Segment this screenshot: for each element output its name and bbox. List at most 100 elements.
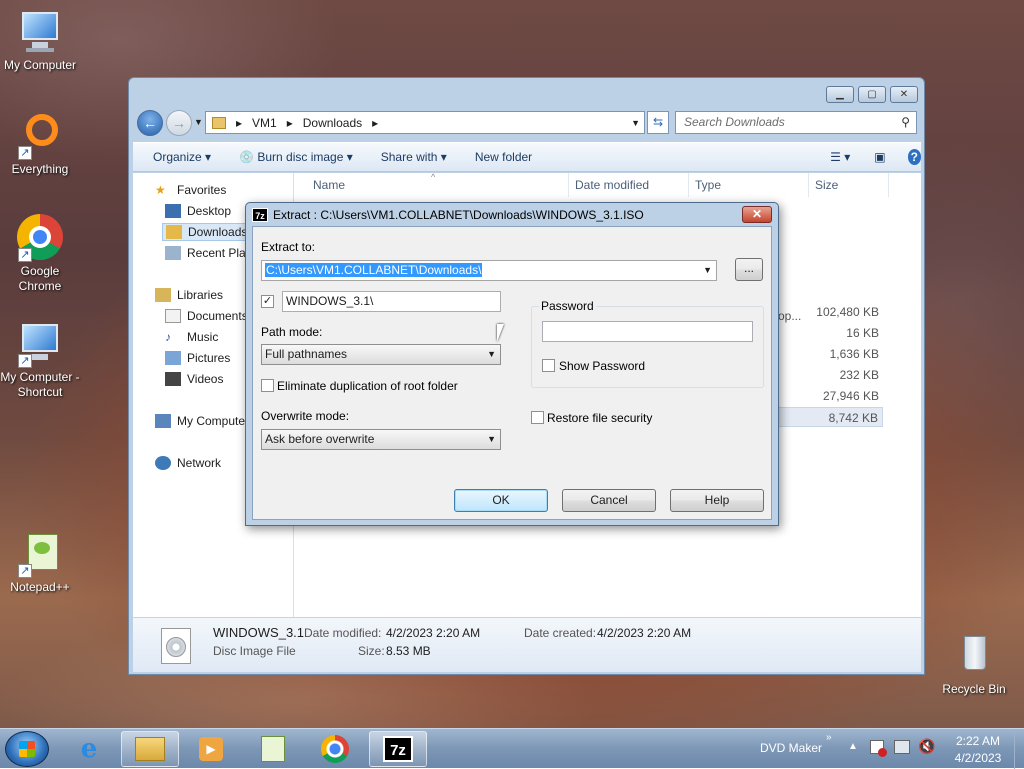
start-button[interactable]: [5, 731, 49, 767]
column-size[interactable]: Size: [809, 173, 889, 197]
clock-date[interactable]: 4/2/2023: [946, 751, 1010, 765]
breadcrumb-separator-icon[interactable]: ▸: [372, 116, 378, 130]
computer-icon: [16, 8, 64, 56]
clock-time[interactable]: 2:22 AM: [950, 734, 1006, 748]
extract-to-label: Extract to:: [261, 240, 316, 254]
recycle-bin-icon: [950, 632, 998, 680]
overwrite-mode-select[interactable]: Ask before overwrite ▼: [261, 429, 501, 450]
view-options-icon[interactable]: ☰ ▾: [830, 150, 850, 164]
burn-disc-image-button[interactable]: 💿 Burn disc image ▾: [239, 150, 353, 164]
desktop-icon-google-chrome[interactable]: ↗ Google Chrome: [0, 214, 80, 294]
breadcrumb-separator-icon[interactable]: ▸: [287, 116, 293, 130]
desktop-icon-my-computer[interactable]: My Computer: [0, 8, 80, 73]
chrome-icon: [321, 735, 349, 763]
folder-icon: [212, 116, 226, 129]
forward-button[interactable]: →: [166, 110, 192, 136]
downloads-folder-icon: [166, 225, 182, 239]
shortcut-arrow-icon: ↗: [18, 354, 32, 368]
ok-button[interactable]: OK: [454, 489, 548, 512]
refresh-button[interactable]: ⇆: [647, 111, 669, 134]
network-status-icon[interactable]: [894, 740, 910, 754]
close-button[interactable]: ✕: [890, 86, 918, 103]
desktop-icon-recycle-bin[interactable]: Recycle Bin: [934, 632, 1014, 697]
show-desktop-button[interactable]: [1014, 729, 1024, 769]
documents-icon: [165, 309, 181, 323]
address-dropdown-icon[interactable]: ▼: [631, 118, 640, 128]
shortcut-arrow-icon: ↗: [18, 248, 32, 262]
maximize-button[interactable]: ▢: [858, 86, 886, 103]
recent-pages-chevron-icon[interactable]: ▼: [194, 117, 203, 127]
dropdown-arrow-icon: ▼: [487, 349, 496, 359]
subfolder-name-input[interactable]: WINDOWS_3.1\: [282, 291, 501, 312]
search-placeholder: Search Downloads: [684, 115, 785, 129]
preview-pane-icon[interactable]: ▣: [874, 150, 885, 164]
windows-logo-icon: [19, 741, 35, 757]
details-pane: WINDOWS_3.1 Disc Image File Date modifie…: [133, 617, 921, 672]
address-bar[interactable]: ▸ VM1 ▸ Downloads ▸ ▼: [205, 111, 645, 134]
computer-icon: [155, 414, 171, 428]
show-hidden-icons-icon[interactable]: ▲: [848, 741, 858, 752]
shortcut-arrow-icon: ↗: [18, 146, 32, 160]
organize-button[interactable]: Organize ▾: [153, 150, 211, 164]
desktop-background: My Computer ↗ Everything ↗ Google Chrome…: [0, 0, 1024, 728]
cancel-button[interactable]: Cancel: [562, 489, 656, 512]
password-input[interactable]: [542, 321, 753, 342]
eliminate-duplication-checkbox[interactable]: [261, 379, 274, 392]
restore-file-security-label: Restore file security: [547, 411, 653, 425]
desktop-icon-label: My Computer - Shortcut: [0, 370, 80, 399]
password-label: Password: [539, 299, 596, 313]
show-password-checkbox[interactable]: [542, 359, 555, 372]
help-button[interactable]: Help: [670, 489, 764, 512]
taskbar-windows-explorer[interactable]: [121, 731, 179, 767]
desktop-icon-label: Recycle Bin: [942, 682, 1006, 696]
everything-icon: ↗: [16, 112, 64, 160]
desktop-icon-notepad-plus-plus[interactable]: ↗ Notepad++: [0, 530, 80, 595]
breadcrumb-downloads[interactable]: Downloads: [303, 116, 362, 130]
column-date-modified[interactable]: Date modified: [569, 173, 689, 197]
nav-favorites[interactable]: ★ Favorites: [155, 181, 290, 199]
libraries-icon: [155, 288, 171, 302]
desktop-icon-everything[interactable]: ↗ Everything: [0, 112, 80, 177]
minimize-button[interactable]: ▁: [826, 86, 854, 103]
music-icon: ♪: [165, 330, 171, 344]
dvd-maker-toolbar[interactable]: DVD Maker: [760, 741, 822, 755]
column-name[interactable]: Name ^: [307, 172, 569, 197]
desktop-folder-icon: [165, 204, 181, 218]
dialog-close-button[interactable]: ✕: [742, 206, 772, 223]
computer-icon: ↗: [16, 320, 64, 368]
extract-dialog: 7z Extract : C:\Users\VM1.COLLABNET\Down…: [245, 202, 779, 526]
back-button[interactable]: ←: [137, 110, 163, 136]
taskbar-google-chrome[interactable]: [306, 731, 364, 767]
breadcrumb-vm1[interactable]: VM1: [252, 116, 277, 130]
action-center-icon[interactable]: [870, 740, 887, 757]
desktop-icon-my-computer-shortcut[interactable]: ↗ My Computer - Shortcut: [0, 320, 80, 400]
search-input[interactable]: Search Downloads ⚲: [675, 111, 917, 134]
subfolder-checkbox[interactable]: ✓: [261, 295, 274, 308]
desktop-icon-label: My Computer: [3, 58, 77, 72]
notepad-plus-plus-icon: [261, 736, 285, 762]
toolbar-expand-icon[interactable]: »: [826, 732, 832, 743]
taskbar-media-player[interactable]: ▶: [182, 731, 240, 767]
breadcrumb-separator-icon[interactable]: ▸: [236, 116, 242, 130]
path-mode-value: Full pathnames: [265, 347, 348, 361]
path-mode-label: Path mode:: [261, 325, 323, 339]
taskbar: e ▶ 7z DVD Maker » ▲ 🔇 2:22 AM 4/2/2023: [0, 728, 1024, 769]
volume-muted-icon[interactable]: 🔇: [918, 738, 935, 755]
path-mode-select[interactable]: Full pathnames ▼: [261, 344, 501, 365]
extract-to-combo[interactable]: C:\Users\VM1.COLLABNET\Downloads\ ▼: [261, 260, 717, 281]
share-with-button[interactable]: Share with ▾: [381, 150, 447, 164]
taskbar-internet-explorer[interactable]: e: [60, 731, 118, 767]
taskbar-notepad-plus-plus[interactable]: [244, 731, 302, 767]
taskbar-seven-zip[interactable]: 7z: [369, 731, 427, 767]
details-size: 8.53 MB: [386, 644, 431, 658]
new-folder-button[interactable]: New folder: [475, 150, 532, 164]
dialog-title-bar: 7z Extract : C:\Users\VM1.COLLABNET\Down…: [252, 206, 644, 224]
help-icon[interactable]: ?: [907, 149, 921, 165]
seven-zip-icon: 7z: [383, 736, 413, 762]
search-icon[interactable]: ⚲: [901, 112, 910, 133]
disc-image-icon: [161, 628, 191, 664]
password-group: [531, 306, 764, 388]
browse-button[interactable]: ...: [735, 258, 763, 281]
restore-file-security-checkbox[interactable]: [531, 411, 544, 424]
column-type[interactable]: Type: [689, 173, 809, 197]
